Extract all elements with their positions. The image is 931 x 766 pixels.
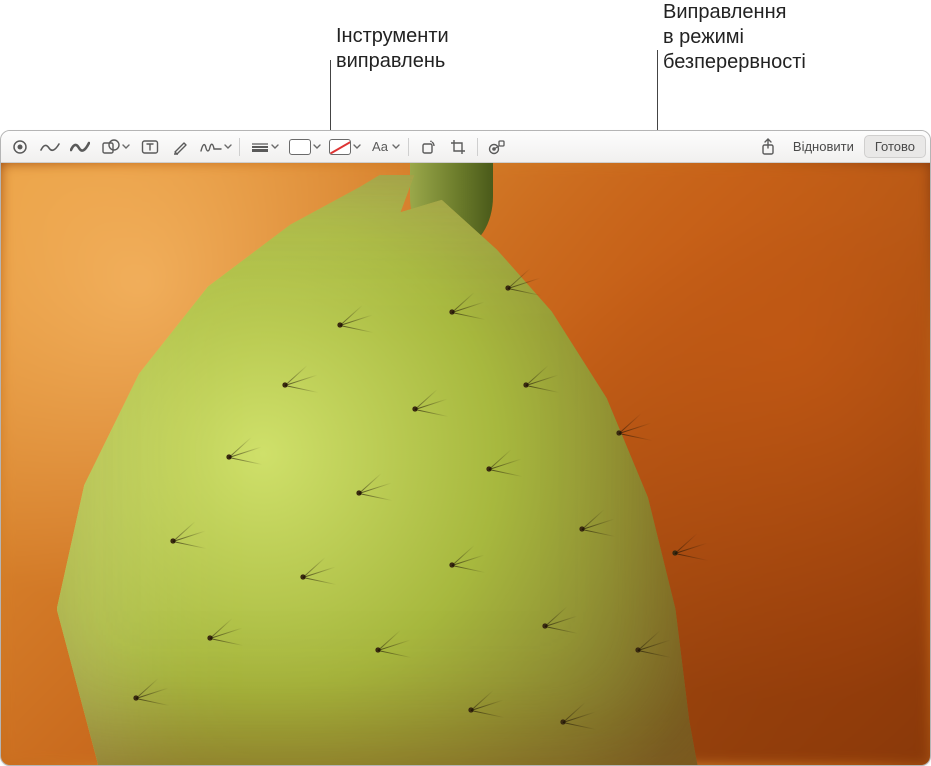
chevron-down-icon xyxy=(224,144,232,150)
rotate-button[interactable] xyxy=(413,134,443,160)
draw-icon xyxy=(70,140,90,154)
highlight-icon xyxy=(172,139,188,155)
shape-style-icon xyxy=(251,141,269,153)
annotate-continuity-button[interactable] xyxy=(482,134,512,160)
text-style-icon: Aa xyxy=(370,139,390,154)
annotate-continuity-icon xyxy=(488,139,506,155)
highlight-button[interactable] xyxy=(165,134,195,160)
text-style-button[interactable]: Aa xyxy=(364,134,404,160)
callouts-area: Інструменти виправлень Виправлення в реж… xyxy=(0,0,931,130)
share-icon xyxy=(761,138,775,156)
sign-icon xyxy=(200,140,222,154)
shapes-icon xyxy=(102,139,120,155)
fill-color-icon xyxy=(329,139,351,155)
toolbar-separator xyxy=(239,138,240,156)
markup-toggle-button[interactable] xyxy=(5,134,35,160)
draw-button[interactable] xyxy=(65,134,95,160)
fill-color-button[interactable] xyxy=(324,134,364,160)
image-canvas[interactable] xyxy=(1,163,930,765)
markup-toolbar: Aa xyxy=(1,131,930,163)
sign-button[interactable] xyxy=(195,134,235,160)
chevron-down-icon xyxy=(271,144,279,150)
callout-line xyxy=(657,50,658,138)
callout-markup-tools: Інструменти виправлень xyxy=(336,24,449,74)
shape-style-button[interactable] xyxy=(244,134,284,160)
border-color-icon xyxy=(289,139,311,155)
share-button[interactable] xyxy=(753,134,783,160)
chevron-down-icon xyxy=(313,144,321,150)
rotate-icon xyxy=(420,139,436,155)
text-icon xyxy=(141,139,159,155)
crop-icon xyxy=(450,139,466,155)
callout-line xyxy=(330,60,331,134)
sketch-icon xyxy=(40,140,60,154)
toolbar-separator xyxy=(477,138,478,156)
crop-button[interactable] xyxy=(443,134,473,160)
shapes-button[interactable] xyxy=(95,134,135,160)
markup-window: Aa xyxy=(0,130,931,766)
chevron-down-icon xyxy=(122,144,130,150)
text-button[interactable] xyxy=(135,134,165,160)
border-color-button[interactable] xyxy=(284,134,324,160)
markup-toggle-icon xyxy=(12,139,28,155)
chevron-down-icon xyxy=(392,144,400,150)
toolbar-separator xyxy=(408,138,409,156)
revert-button[interactable]: Відновити xyxy=(783,136,864,157)
callout-continuity: Виправлення в режимі безперервності xyxy=(663,0,806,75)
done-button[interactable]: Готово xyxy=(864,135,926,158)
chevron-down-icon xyxy=(353,144,361,150)
sketch-button[interactable] xyxy=(35,134,65,160)
